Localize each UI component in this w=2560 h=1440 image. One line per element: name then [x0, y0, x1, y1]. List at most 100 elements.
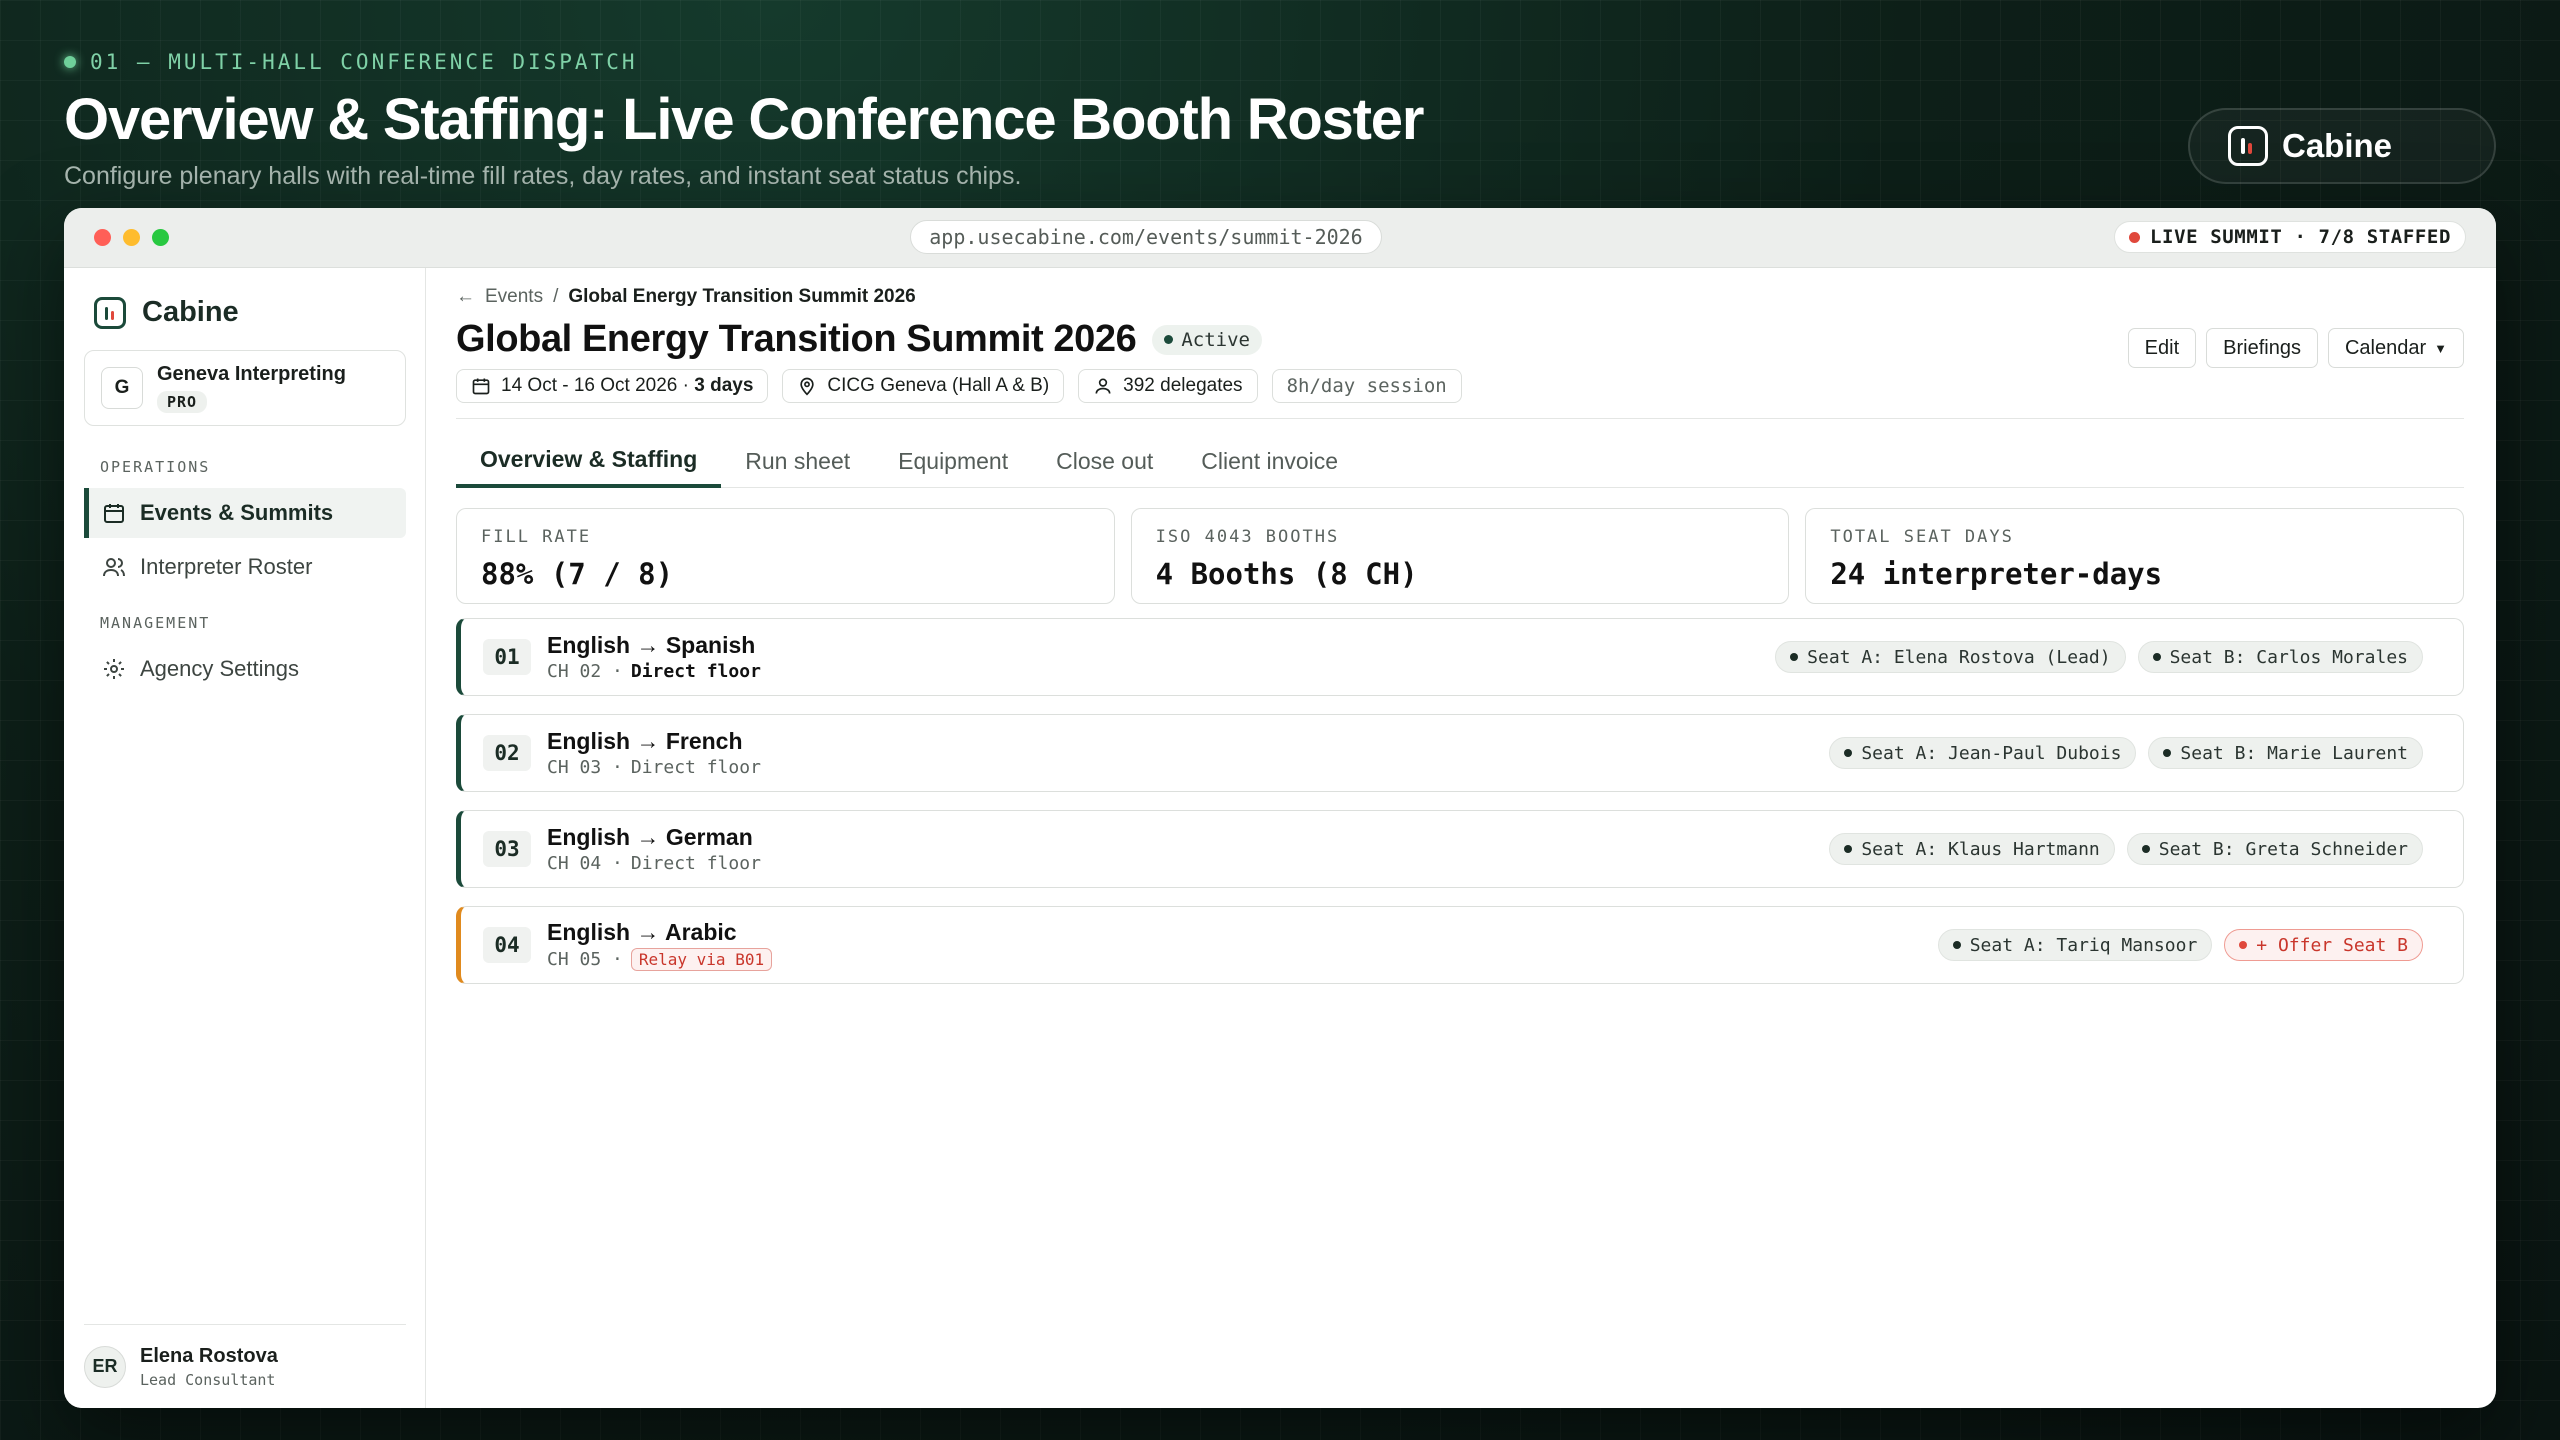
seat-chip[interactable]: Seat B: Carlos Morales — [2137, 641, 2423, 673]
location-pin-icon — [800, 377, 815, 396]
user-name: Elena Rostova — [140, 1344, 278, 1367]
sidebar-item-interpreter-roster[interactable]: Interpreter Roster — [84, 542, 406, 592]
status-badge: Active — [1152, 324, 1262, 355]
org-switcher[interactable]: G Geneva Interpreting PRO — [84, 350, 406, 426]
seat-chip[interactable]: Seat A: Elena Rostova (Lead) — [1775, 641, 2126, 673]
back-arrow-icon[interactable]: ← — [456, 286, 475, 308]
app-window: app.usecabine.com/events/summit-2026 LIV… — [64, 208, 2496, 1408]
cabine-logo-icon — [2228, 126, 2268, 166]
live-status-badge: LIVE SUMMIT · 7/8 STAFFED — [2114, 221, 2466, 253]
booth-row[interactable]: 01 English → Spanish CH 02 · Direct floo… — [456, 618, 2464, 696]
org-name: Geneva Interpreting — [157, 363, 346, 385]
title-row: Global Energy Transition Summit 2026 Act… — [456, 318, 1262, 361]
booth-number: 04 — [483, 927, 531, 963]
tab-bar: Overview & Staffing Run sheet Equipment … — [456, 434, 2464, 488]
booth-channel-info: CH 03 · Direct floor — [547, 757, 761, 778]
seat-chip[interactable]: Seat A: Klaus Hartmann — [1829, 833, 2115, 865]
booth-channel: CH 05 · — [547, 949, 623, 970]
seat-chip[interactable]: Seat A: Jean-Paul Dubois — [1829, 737, 2137, 769]
hero-header: 01 — MULTI-HALL CONFERENCE DISPATCH Over… — [64, 50, 1564, 191]
tab-overview-staffing[interactable]: Overview & Staffing — [456, 434, 722, 488]
seat-status-dot-icon — [1952, 941, 1961, 949]
status-dot-icon — [1164, 335, 1174, 344]
url-bar[interactable]: app.usecabine.com/events/summit-2026 — [910, 220, 1382, 254]
date-chip: 14 Oct - 16 Oct 2026 · 3 days — [456, 369, 769, 403]
booth-row-warning[interactable]: 04 English → Arabic CH 05 · Relay via B0… — [456, 906, 2464, 984]
calendar-icon — [104, 504, 124, 523]
kicker-text: 01 — MULTI-HALL CONFERENCE DISPATCH — [90, 50, 638, 74]
stat-card-booths: ISO 4043 BOOTHS 4 Booths (8 CH) — [1130, 508, 1790, 604]
gear-icon — [104, 659, 124, 679]
browser-chrome: app.usecabine.com/events/summit-2026 LIV… — [64, 208, 2496, 268]
tab-run-sheet[interactable]: Run sheet — [721, 434, 874, 488]
seat-label: Seat A: Tariq Mansoor — [1969, 934, 2198, 956]
seat-label: Seat B: Carlos Morales — [2169, 646, 2408, 668]
venue: CICG Geneva (Hall A & B) — [827, 375, 1050, 396]
stat-label: ISO 4043 BOOTHS — [1155, 527, 1340, 547]
booth-row[interactable]: 02 English → French CH 03 · Direct floor… — [456, 714, 2464, 792]
window-controls — [94, 229, 169, 246]
user-role: Lead Consultant — [140, 1370, 276, 1389]
hero-kicker: 01 — MULTI-HALL CONFERENCE DISPATCH — [64, 50, 1564, 74]
tab-equipment[interactable]: Equipment — [874, 434, 1032, 488]
seat-label: Seat B: Marie Laurent — [2180, 742, 2408, 764]
offer-seat-label: + Offer Seat B — [2256, 934, 2408, 956]
hero-subtitle: Configure plenary halls with real-time f… — [64, 161, 1022, 190]
tab-close-out[interactable]: Close out — [1032, 434, 1177, 488]
header-divider — [456, 418, 2464, 419]
seat-status-dot-icon — [2163, 749, 2172, 757]
sidebar: Cabine G Geneva Interpreting PRO OPERATI… — [64, 268, 426, 1408]
booth-list: 01 English → Spanish CH 02 · Direct floo… — [456, 618, 2464, 1002]
booth-floor: Direct floor — [630, 661, 761, 682]
seat-status-dot-icon — [2152, 653, 2161, 661]
sidebar-item-label: Interpreter Roster — [140, 554, 313, 579]
briefings-button[interactable]: Briefings — [2206, 328, 2318, 368]
chevron-down-icon: ▼ — [2434, 340, 2447, 356]
stat-label: FILL RATE — [481, 527, 592, 547]
booth-language-pair: English → French — [547, 728, 743, 754]
edit-button[interactable]: Edit — [2127, 328, 2197, 368]
seat-chips: Seat A: Elena Rostova (Lead) Seat B: Car… — [1775, 641, 2423, 673]
booth-row[interactable]: 03 English → German CH 04 · Direct floor… — [456, 810, 2464, 888]
booth-floor: Direct floor — [630, 757, 761, 778]
booth-number: 02 — [483, 735, 531, 771]
booth-floor: Direct floor — [630, 853, 761, 874]
breadcrumb-events-link[interactable]: Events — [485, 286, 543, 308]
status-text: Active — [1181, 328, 1250, 351]
booth-number: 01 — [483, 639, 531, 675]
seat-chip[interactable]: Seat A: Tariq Mansoor — [1937, 929, 2213, 961]
sidebar-item-events[interactable]: Events & Summits — [84, 488, 406, 538]
stat-value: 4 Booths (8 CH) — [1155, 557, 1418, 591]
booth-channel-info: CH 05 · Relay via B01 — [547, 948, 773, 971]
seat-chips: Seat A: Jean-Paul Dubois Seat B: Marie L… — [1829, 737, 2423, 769]
users-icon — [103, 558, 125, 577]
seat-status-dot-icon — [1844, 845, 1853, 853]
sidebar-brand[interactable]: Cabine — [94, 296, 239, 329]
stat-value: 88% (7 / 8) — [481, 557, 674, 591]
delegates-chip: 392 delegates — [1078, 369, 1258, 403]
user-icon — [1095, 378, 1111, 394]
brand-name: Cabine — [2282, 127, 2393, 164]
seat-chips: Seat A: Klaus Hartmann Seat B: Greta Sch… — [1829, 833, 2423, 865]
seat-chip[interactable]: Seat B: Greta Schneider — [2126, 833, 2423, 865]
offer-seat-button[interactable]: + Offer Seat B — [2224, 929, 2423, 961]
sidebar-item-agency-settings[interactable]: Agency Settings — [84, 644, 406, 694]
live-status-text: LIVE SUMMIT · 7/8 STAFFED — [2150, 226, 2451, 248]
minimize-window-button[interactable] — [123, 229, 140, 246]
stat-value: 24 interpreter-days — [1830, 557, 2163, 591]
close-window-button[interactable] — [94, 229, 111, 246]
main-content: ← Events / Global Energy Transition Summ… — [456, 268, 2465, 1408]
calendar-button[interactable]: Calendar ▼ — [2327, 328, 2464, 368]
duration: 3 days — [694, 375, 754, 396]
user-profile[interactable]: ER Elena Rostova Lead Consultant — [84, 1324, 406, 1408]
seat-chips: Seat A: Tariq Mansoor + Offer Seat B — [1937, 929, 2423, 961]
tab-client-invoice[interactable]: Client invoice — [1177, 434, 1362, 488]
sidebar-item-label: Agency Settings — [140, 656, 299, 681]
breadcrumb-separator: / — [553, 286, 559, 307]
live-dot-icon — [2129, 231, 2141, 243]
booth-channel: CH 04 · — [547, 853, 623, 874]
maximize-window-button[interactable] — [152, 229, 169, 246]
delegates: 392 delegates — [1123, 375, 1243, 396]
date-range: 14 Oct - 16 Oct 2026 · — [501, 375, 695, 396]
seat-chip[interactable]: Seat B: Marie Laurent — [2148, 737, 2423, 769]
